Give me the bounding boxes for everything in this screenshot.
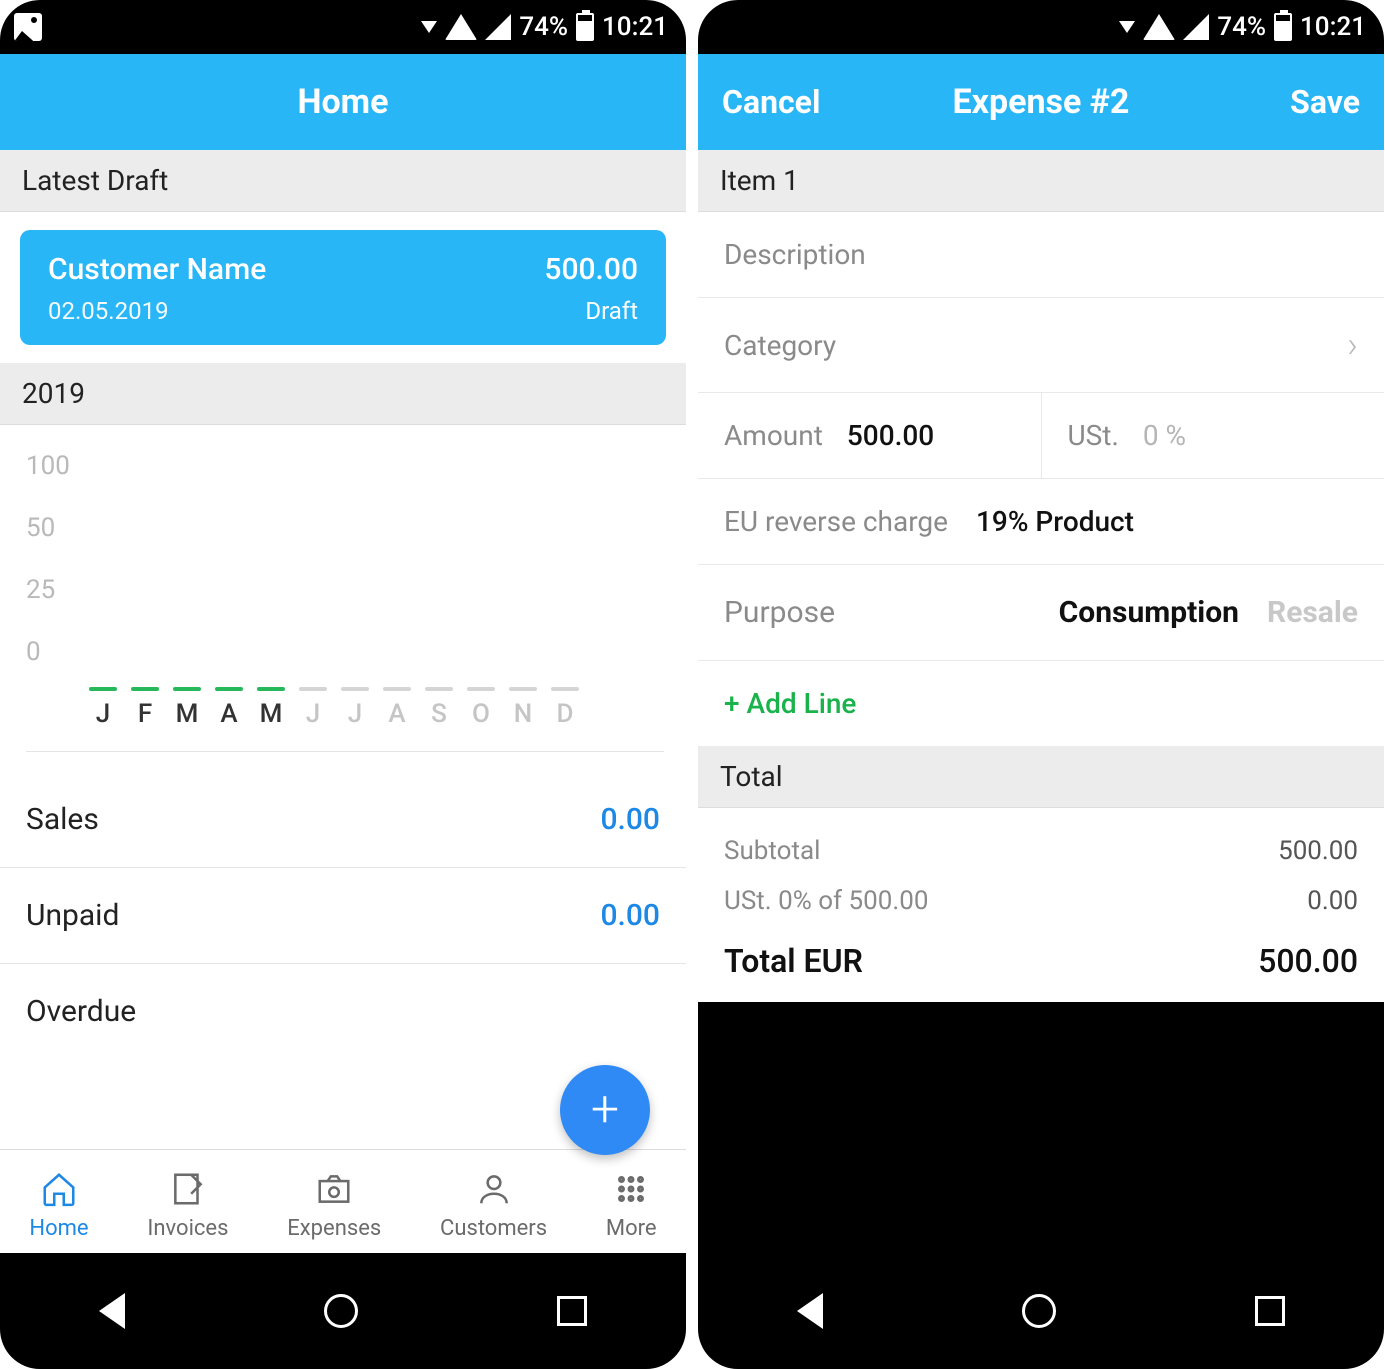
purpose-row: Purpose Consumption Resale — [698, 565, 1384, 661]
description-row[interactable]: Description — [698, 212, 1384, 298]
subtotal-label: Subtotal — [724, 836, 820, 866]
stat-overdue[interactable]: Overdue — [0, 964, 686, 1059]
purpose-label: Purpose — [724, 595, 835, 630]
tab-invoices-label: Invoices — [147, 1216, 228, 1241]
tab-more-label: More — [606, 1216, 657, 1241]
amount-value: 500.00 — [847, 419, 934, 452]
stat-overdue-label: Overdue — [26, 994, 136, 1029]
home-screen: 74% 10:21 Home Latest Draft Customer Nam… — [0, 0, 686, 1369]
stat-unpaid-value: 0.00 — [601, 898, 661, 933]
add-button[interactable]: + — [560, 1065, 650, 1155]
tab-invoices[interactable]: Invoices — [147, 1168, 228, 1241]
stat-sales[interactable]: Sales 0.00 — [0, 772, 686, 868]
amount-field[interactable]: Amount 500.00 — [698, 393, 1041, 478]
battery-icon — [576, 13, 594, 41]
month-axis: J F M A M J J A S O N D — [82, 687, 664, 729]
draft-amount: 500.00 — [544, 252, 638, 287]
nav-recent-icon[interactable] — [557, 1296, 587, 1326]
nav-home-icon[interactable] — [1022, 1294, 1056, 1328]
clock: 10:21 — [1300, 12, 1366, 42]
home-icon — [40, 1168, 78, 1210]
more-icon — [612, 1168, 650, 1210]
yearly-chart: 100 50 25 0 J F M A M J J A S O N D — [0, 425, 686, 772]
system-status-bar: 74% 10:21 — [0, 0, 686, 54]
wifi-icon — [1143, 14, 1175, 40]
stat-unpaid[interactable]: Unpaid 0.00 — [0, 868, 686, 964]
y-tick: 25 — [26, 575, 82, 605]
battery-icon — [1274, 13, 1292, 41]
y-tick: 0 — [26, 637, 82, 667]
page-title: Expense #2 — [953, 82, 1130, 122]
category-row[interactable]: Category › — [698, 298, 1384, 393]
cellular-icon — [485, 14, 511, 40]
invoices-icon — [169, 1168, 207, 1210]
total-eur-value: 500.00 — [1258, 942, 1358, 980]
nav-back-icon[interactable] — [99, 1293, 125, 1329]
y-tick: 100 — [26, 451, 82, 481]
wifi-icon — [445, 14, 477, 40]
reverse-charge-label: EU reverse charge — [724, 505, 948, 538]
draft-status: Draft — [544, 297, 638, 325]
section-year: 2019 — [0, 363, 686, 425]
tab-customers-label: Customers — [440, 1216, 547, 1241]
cellular-icon — [1183, 14, 1209, 40]
tab-expenses[interactable]: Expenses — [287, 1168, 381, 1241]
draft-date: 02.05.2019 — [48, 297, 266, 325]
expense-edit-screen: 74% 10:21 Cancel Expense #2 Save Item 1 … — [698, 0, 1384, 1369]
section-latest-draft: Latest Draft — [0, 150, 686, 212]
save-button[interactable]: Save — [1290, 83, 1360, 121]
ust-line-label: USt. 0% of 500.00 — [724, 886, 928, 916]
dropdown-icon — [1119, 21, 1135, 33]
tab-customers[interactable]: Customers — [440, 1168, 547, 1241]
reverse-charge-row[interactable]: EU reverse charge 19% Product — [698, 479, 1384, 565]
page-title: Home — [297, 82, 388, 122]
chevron-right-icon: › — [1347, 324, 1358, 366]
picture-icon — [14, 13, 42, 41]
ust-value: 0 % — [1143, 419, 1186, 452]
app-header: Cancel Expense #2 Save — [698, 54, 1384, 150]
nav-home-icon[interactable] — [324, 1294, 358, 1328]
section-item: Item 1 — [698, 150, 1384, 212]
y-tick: 50 — [26, 513, 82, 543]
tab-expenses-label: Expenses — [287, 1216, 381, 1241]
add-line-button[interactable]: + Add Line — [698, 661, 1384, 746]
cancel-button[interactable]: Cancel — [722, 83, 820, 121]
expenses-icon — [315, 1168, 353, 1210]
system-status-bar: 74% 10:21 — [698, 0, 1384, 54]
tab-home[interactable]: Home — [29, 1168, 88, 1241]
customers-icon — [475, 1168, 513, 1210]
tab-more[interactable]: More — [606, 1168, 657, 1241]
reverse-charge-value: 19% Product — [976, 505, 1134, 538]
description-label: Description — [724, 238, 866, 271]
tab-home-label: Home — [29, 1216, 88, 1241]
ust-field[interactable]: USt. 0 % — [1041, 393, 1385, 478]
dropdown-icon — [421, 21, 437, 33]
bottom-tab-bar: Home Invoices Expenses Customers More — [0, 1149, 686, 1253]
nav-recent-icon[interactable] — [1255, 1296, 1285, 1326]
ust-label: USt. — [1068, 419, 1119, 452]
stat-unpaid-label: Unpaid — [26, 898, 119, 933]
section-total: Total — [698, 746, 1384, 808]
android-nav-bar — [0, 1253, 686, 1369]
stat-sales-value: 0.00 — [601, 802, 661, 837]
app-header: Home — [0, 54, 686, 150]
android-nav-bar — [698, 1253, 1384, 1369]
stat-sales-label: Sales — [26, 802, 99, 837]
category-label: Category — [724, 329, 836, 362]
purpose-consumption-button[interactable]: Consumption — [1059, 595, 1239, 630]
draft-customer-name: Customer Name — [48, 252, 266, 287]
ust-line-value: 0.00 — [1307, 886, 1358, 916]
purpose-resale-button[interactable]: Resale — [1267, 595, 1358, 630]
clock: 10:21 — [602, 12, 668, 42]
totals-block: Subtotal 500.00 USt. 0% of 500.00 0.00 T… — [698, 808, 1384, 1002]
amount-row: Amount 500.00 USt. 0 % — [698, 393, 1384, 479]
subtotal-value: 500.00 — [1278, 836, 1358, 866]
battery-percent: 74% — [1217, 12, 1266, 42]
total-eur-label: Total EUR — [724, 942, 863, 980]
battery-percent: 74% — [519, 12, 568, 42]
nav-back-icon[interactable] — [797, 1293, 823, 1329]
draft-card[interactable]: Customer Name 02.05.2019 500.00 Draft — [20, 230, 666, 345]
amount-label: Amount — [724, 419, 823, 452]
